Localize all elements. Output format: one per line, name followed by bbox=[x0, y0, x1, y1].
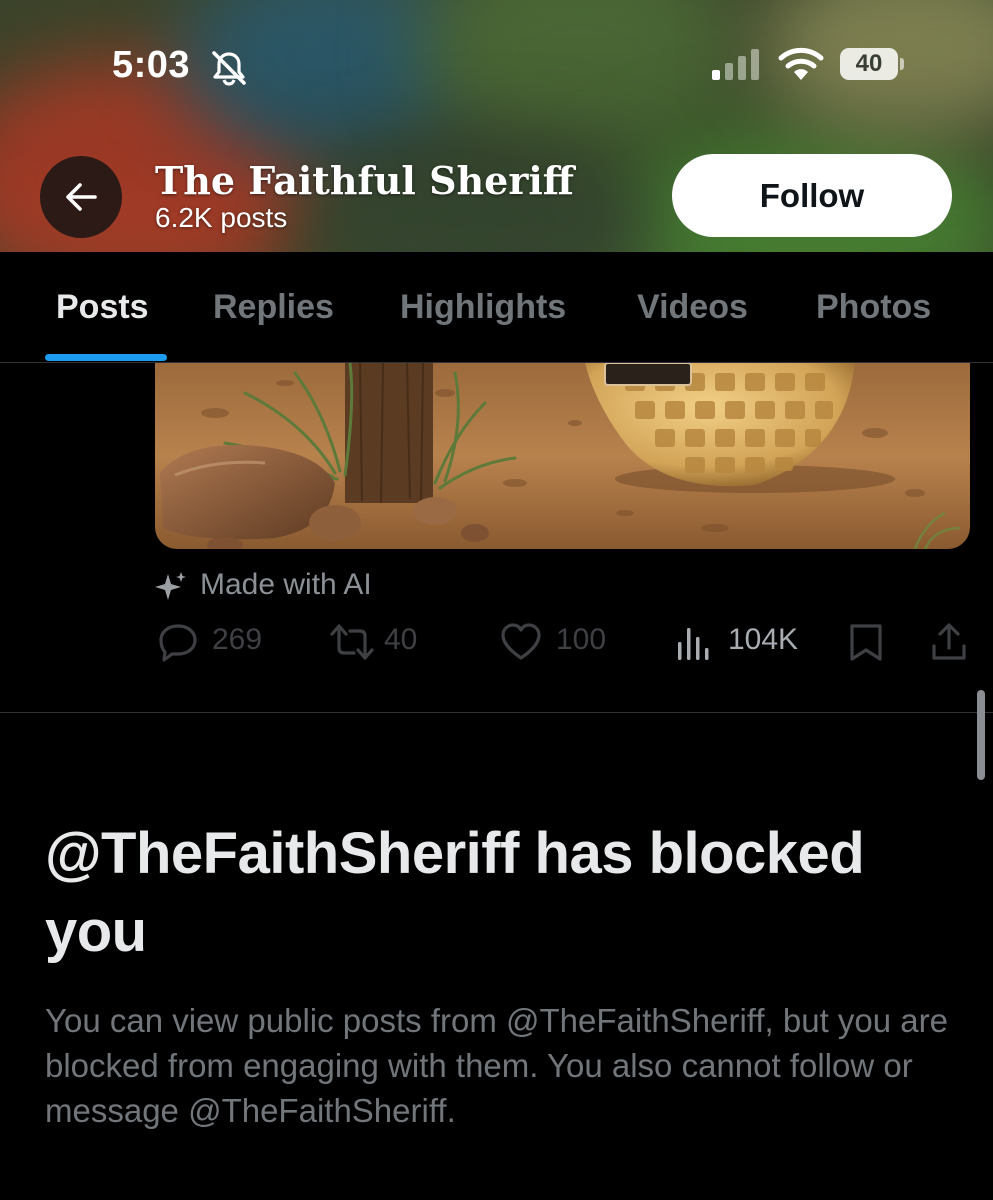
bookmark-icon bbox=[850, 624, 882, 661]
battery-level: 40 bbox=[855, 50, 883, 77]
cellular-signal-icon bbox=[712, 49, 759, 80]
wifi-icon bbox=[778, 47, 824, 80]
battery-indicator: 40 bbox=[840, 48, 904, 82]
active-tab-indicator bbox=[45, 354, 167, 361]
profile-tabs: Posts Replies Highlights Videos Photos bbox=[0, 252, 993, 363]
analytics-icon bbox=[678, 628, 709, 660]
follow-button[interactable]: Follow bbox=[672, 154, 952, 237]
profile-name: The Faithful Sheriff bbox=[155, 158, 574, 203]
tab-videos[interactable]: Videos bbox=[637, 288, 748, 327]
status-time: 5:03 bbox=[112, 44, 191, 86]
tab-posts[interactable]: Posts bbox=[56, 288, 149, 327]
bell-slash-icon bbox=[212, 51, 246, 86]
blocked-description: You can view public posts from @TheFaith… bbox=[45, 1002, 948, 1129]
tab-replies[interactable]: Replies bbox=[213, 288, 334, 327]
ai-label-text: Made with AI bbox=[200, 568, 372, 601]
back-button[interactable] bbox=[40, 156, 122, 238]
repost-count: 40 bbox=[384, 623, 418, 656]
repost-icon bbox=[330, 624, 374, 660]
tab-photos[interactable]: Photos bbox=[816, 288, 931, 327]
share-icon bbox=[932, 623, 966, 660]
post-divider bbox=[0, 712, 993, 713]
like-count: 100 bbox=[556, 623, 607, 656]
desert-scene-image bbox=[155, 363, 970, 549]
tab-highlights[interactable]: Highlights bbox=[400, 288, 566, 327]
post-count: 6.2K posts bbox=[155, 202, 288, 233]
heart-icon bbox=[501, 623, 541, 660]
reply-icon bbox=[159, 624, 197, 662]
sparkle-icon bbox=[155, 572, 186, 600]
reply-count: 269 bbox=[212, 623, 263, 656]
arrow-left-icon bbox=[66, 183, 97, 211]
scrollbar-thumb[interactable] bbox=[977, 690, 985, 780]
view-count: 104K bbox=[728, 623, 799, 656]
blocked-title: @TheFaithSheriff has blocked you bbox=[45, 821, 865, 964]
post-media-image[interactable] bbox=[155, 363, 970, 549]
